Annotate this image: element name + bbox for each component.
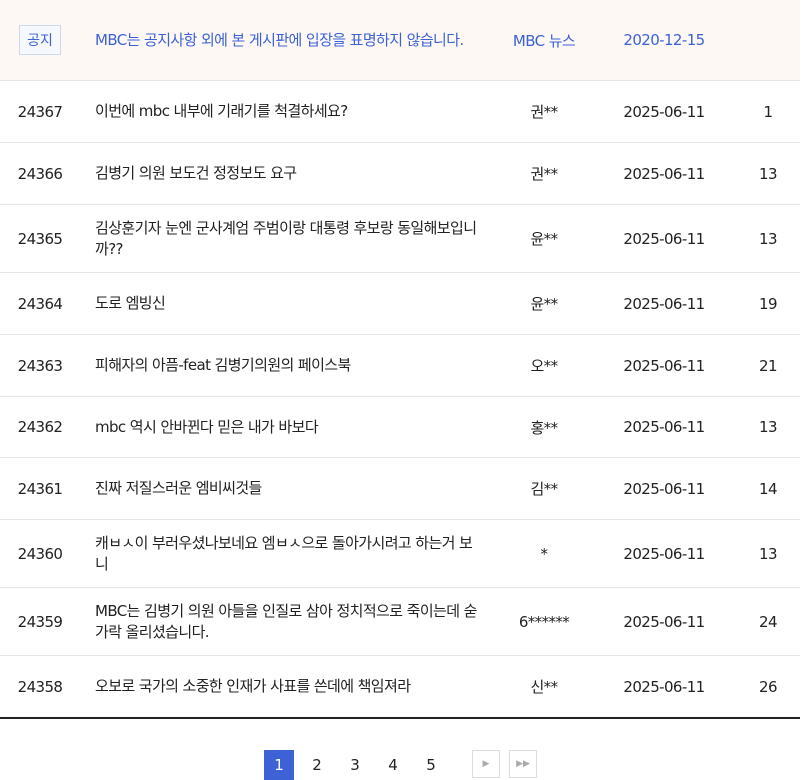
post-title[interactable]: 김상훈기자 눈엔 군사계엄 주범이랑 대통령 후보랑 동일해보입니까?? [95,205,485,272]
table-row[interactable]: 24365 김상훈기자 눈엔 군사계엄 주범이랑 대통령 후보랑 동일해보입니까… [0,205,800,273]
post-date: 2025-06-11 [623,418,705,436]
post-author: 신** [530,678,558,696]
post-author: * [540,544,549,563]
table-row[interactable]: 24363 피해자의 아픔-feat 김병기의원의 페이스북 오** 2025-… [0,335,800,397]
post-number: 24367 [17,102,63,121]
post-title[interactable]: 김병기 의원 보도건 정정보도 요구 [95,143,485,204]
notice-title[interactable]: MBC는 공지사항 외에 본 게시판에 입장을 표명하지 않습니다. [95,0,485,80]
next-page-icon: ▶ [482,759,490,769]
post-title[interactable]: 도로 엠빙신 [95,273,485,334]
post-views: 13 [759,164,777,183]
post-number: 24359 [17,612,63,631]
notice-author: MBC 뉴스 [512,31,576,50]
post-views: 26 [759,677,777,696]
post-author: 윤** [530,295,558,313]
post-author: 김** [530,480,558,498]
notice-row[interactable]: 공지 MBC는 공지사항 외에 본 게시판에 입장을 표명하지 않습니다. MB… [0,0,800,81]
next-page-button[interactable]: ▶ [472,750,500,778]
post-date: 2025-06-11 [623,356,705,375]
page-link-5[interactable]: 5 [416,750,446,780]
post-author: 6****** [518,612,570,631]
post-title[interactable]: 캐ㅂㅅ이 부러우셨나보네요 엠ㅂㅅ으로 돌아가시려고 하는거 보니 [95,520,485,587]
post-number: 24366 [17,164,63,183]
post-author: 권** [530,165,558,183]
page-link-4[interactable]: 4 [378,750,408,780]
post-date: 2025-06-11 [623,479,705,498]
page-link-1[interactable]: 1 [264,750,294,780]
post-date: 2025-06-11 [623,164,705,183]
post-author: 홍** [530,418,558,437]
post-number: 24360 [17,544,63,563]
post-date: 2025-06-11 [623,612,705,631]
post-date: 2025-06-11 [623,102,705,121]
post-author: 권** [530,103,558,121]
post-date: 2025-06-11 [623,544,705,563]
post-views: 14 [759,479,777,498]
post-title[interactable]: mbc 역시 안바뀐다 믿은 내가 바보다 [95,397,485,457]
table-row[interactable]: 24366 김병기 의원 보도건 정정보도 요구 권** 2025-06-11 … [0,143,800,205]
last-page-button[interactable]: ▶▶ [509,750,537,778]
post-title[interactable]: 피해자의 아픔-feat 김병기의원의 페이스북 [95,335,485,396]
post-number: 24361 [17,479,63,498]
page-link-2[interactable]: 2 [302,750,332,780]
post-title[interactable]: 오보로 국가의 소중한 인재가 사표를 쓴데에 책임져라 [95,656,485,717]
table-row[interactable]: 24367 이번에 mbc 내부에 기래기를 척결하세요? 권** 2025-0… [0,81,800,143]
notice-date: 2020-12-15 [623,31,705,49]
table-row[interactable]: 24360 캐ㅂㅅ이 부러우셨나보네요 엠ㅂㅅ으로 돌아가시려고 하는거 보니 … [0,520,800,588]
post-author: 윤** [530,230,558,248]
post-views: 13 [759,418,777,436]
table-bottom-divider [0,717,800,719]
table-row[interactable]: 24361 진짜 저질스러운 엠비씨것들 김** 2025-06-11 14 [0,458,800,520]
post-views: 21 [759,356,777,375]
post-date: 2025-06-11 [623,229,705,248]
post-date: 2025-06-11 [623,677,705,696]
last-page-icon: ▶▶ [516,759,530,769]
table-row[interactable]: 24364 도로 엠빙신 윤** 2025-06-11 19 [0,273,800,335]
post-views: 13 [759,544,777,563]
post-date: 2025-06-11 [623,294,705,313]
post-views: 1 [763,102,774,121]
board: 공지 MBC는 공지사항 외에 본 게시판에 입장을 표명하지 않습니다. MB… [0,0,800,780]
post-author: 오** [530,357,558,375]
post-title[interactable]: 이번에 mbc 내부에 기래기를 척결하세요? [95,81,485,142]
post-title[interactable]: MBC는 김병기 의원 아들을 인질로 삼아 정치적으로 죽이는데 숟가락 올리… [95,588,485,655]
table-row[interactable]: 24359 MBC는 김병기 의원 아들을 인질로 삼아 정치적으로 죽이는데 … [0,588,800,656]
post-number: 24365 [17,229,63,248]
notice-badge: 공지 [19,25,61,55]
page-link-3[interactable]: 3 [340,750,370,780]
pagination: 1 2 3 4 5 ▶ ▶▶ [0,750,800,780]
post-views: 13 [759,229,777,248]
table-row[interactable]: 24358 오보로 국가의 소중한 인재가 사표를 쓴데에 책임져라 신** 2… [0,656,800,717]
post-number: 24358 [17,677,63,696]
table-row[interactable]: 24362 mbc 역시 안바뀐다 믿은 내가 바보다 홍** 2025-06-… [0,397,800,458]
post-views: 24 [759,612,777,631]
post-number: 24364 [17,294,63,313]
post-number: 24363 [17,356,63,375]
post-number: 24362 [17,418,63,436]
post-views: 19 [759,294,777,313]
post-title[interactable]: 진짜 저질스러운 엠비씨것들 [95,458,485,519]
